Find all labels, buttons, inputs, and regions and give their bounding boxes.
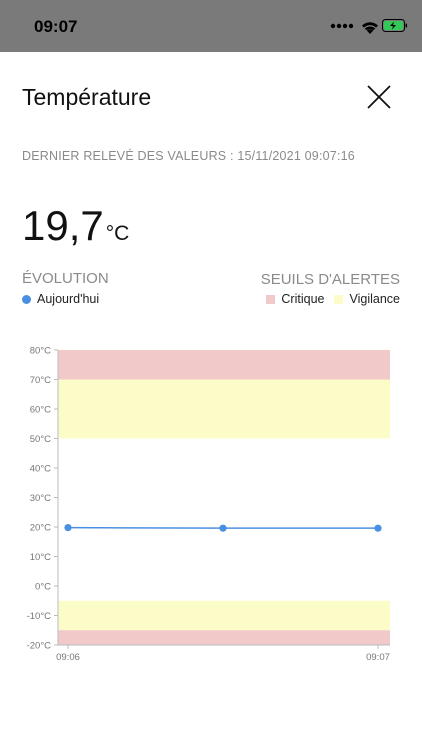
battery-icon xyxy=(382,19,408,32)
y-tick-label: 70°C xyxy=(30,375,51,386)
status-icons xyxy=(330,19,408,34)
close-icon[interactable] xyxy=(364,82,394,112)
critical-label: Critique xyxy=(281,292,325,306)
threshold-band-critical xyxy=(58,350,390,380)
thresholds-heading: SEUILS D'ALERTES xyxy=(260,271,400,288)
y-tick-label: 50°C xyxy=(30,434,51,445)
last-reading-timestamp: DERNIER RELEVÉ DES VALEURS : 15/11/2021 … xyxy=(22,149,355,163)
threshold-band-warning xyxy=(58,600,390,631)
evolution-legend: Aujourd'hui xyxy=(22,292,99,306)
x-tick-label: 09:07 xyxy=(366,652,390,663)
x-tick-label: 09:06 xyxy=(56,652,80,663)
threshold-band-critical xyxy=(58,630,390,645)
series-point xyxy=(374,524,382,532)
y-tick-label: 40°C xyxy=(30,464,51,475)
warning-label: Vigilance xyxy=(349,292,400,306)
y-tick-label: 0°C xyxy=(35,582,51,593)
status-time: 09:07 xyxy=(34,17,78,36)
evolution-heading: ÉVOLUTION xyxy=(22,270,109,287)
y-tick-label: -10°C xyxy=(27,611,52,622)
series-label: Aujourd'hui xyxy=(37,292,100,306)
current-temperature: 19,7°C xyxy=(22,202,129,250)
series-point xyxy=(64,523,72,532)
series-point xyxy=(219,524,227,532)
temperature-sheet: Température DERNIER RELEVÉ DES VALEURS :… xyxy=(0,52,422,750)
series-dot xyxy=(22,295,31,304)
threshold-band-warning xyxy=(58,379,390,439)
temperature-chart: 80°C 70°C 60°C 50°C 40°C 30°C 20°C 10°C 0°C -10°C… xyxy=(27,346,390,663)
wifi-icon xyxy=(362,22,378,34)
signal-icon xyxy=(330,23,354,29)
y-tick-label: 30°C xyxy=(30,493,51,504)
y-tick-label: -20°C xyxy=(27,641,52,652)
y-tick-label: 60°C xyxy=(30,405,51,416)
thresholds-legend: Critique Vigilance xyxy=(266,292,400,306)
close-button[interactable] xyxy=(364,82,394,112)
y-tick-label: 80°C xyxy=(30,346,51,357)
y-tick-label: 20°C xyxy=(30,523,51,534)
critical-swatch xyxy=(266,295,276,304)
y-tick-label: 10°C xyxy=(30,552,51,563)
status-bar: 09:07 xyxy=(0,0,422,52)
temperature-unit: °C xyxy=(105,222,130,245)
page-title: Température xyxy=(22,84,152,110)
temperature-value: 19,7 xyxy=(22,202,104,249)
warning-swatch xyxy=(334,295,344,304)
